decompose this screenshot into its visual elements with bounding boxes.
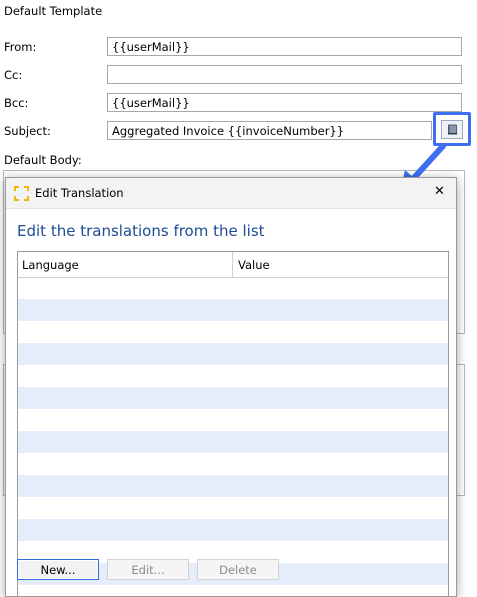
table-row[interactable]: [18, 299, 448, 321]
cc-label: Cc:: [4, 68, 23, 82]
table-row[interactable]: [18, 387, 448, 409]
body-label: Default Body:: [4, 153, 82, 167]
table-row[interactable]: [18, 453, 448, 475]
from-field[interactable]: {{userMail}}: [107, 37, 462, 56]
cc-field[interactable]: [107, 65, 462, 84]
from-label: From:: [4, 40, 37, 54]
section-title: Default Template: [4, 4, 103, 18]
edit-button[interactable]: Edit...: [107, 559, 189, 580]
bcc-field[interactable]: {{userMail}}: [107, 93, 462, 112]
table-header: Language Value: [18, 252, 448, 278]
edit-translation-dialog: Edit Translation ✕ Edit the translations…: [5, 177, 457, 597]
close-icon[interactable]: ✕: [434, 184, 445, 199]
book-icon: [447, 124, 457, 135]
subject-label: Subject:: [4, 124, 51, 138]
translate-button[interactable]: [441, 120, 463, 139]
translations-table[interactable]: Language Value: [17, 251, 449, 597]
dialog-heading: Edit the translations from the list: [17, 222, 265, 240]
table-row[interactable]: [18, 475, 448, 497]
table-row[interactable]: [18, 409, 448, 431]
table-row[interactable]: [18, 343, 448, 365]
bcc-label: Bcc:: [4, 96, 29, 110]
dialog-title: Edit Translation: [35, 186, 124, 200]
subject-field[interactable]: Aggregated Invoice {{invoiceNumber}}: [107, 121, 432, 140]
table-row[interactable]: [18, 277, 448, 299]
table-row[interactable]: [18, 497, 448, 519]
delete-button[interactable]: Delete: [197, 559, 279, 580]
table-row[interactable]: [18, 431, 448, 453]
column-header-value[interactable]: Value: [238, 258, 270, 272]
column-header-language[interactable]: Language: [22, 258, 79, 272]
table-row[interactable]: [18, 365, 448, 387]
dialog-titlebar: Edit Translation ✕: [6, 178, 456, 209]
table-row[interactable]: [18, 321, 448, 343]
app-logo-icon: [14, 186, 29, 201]
new-button[interactable]: New...: [17, 559, 99, 580]
column-divider[interactable]: [232, 252, 233, 277]
table-row[interactable]: [18, 519, 448, 541]
